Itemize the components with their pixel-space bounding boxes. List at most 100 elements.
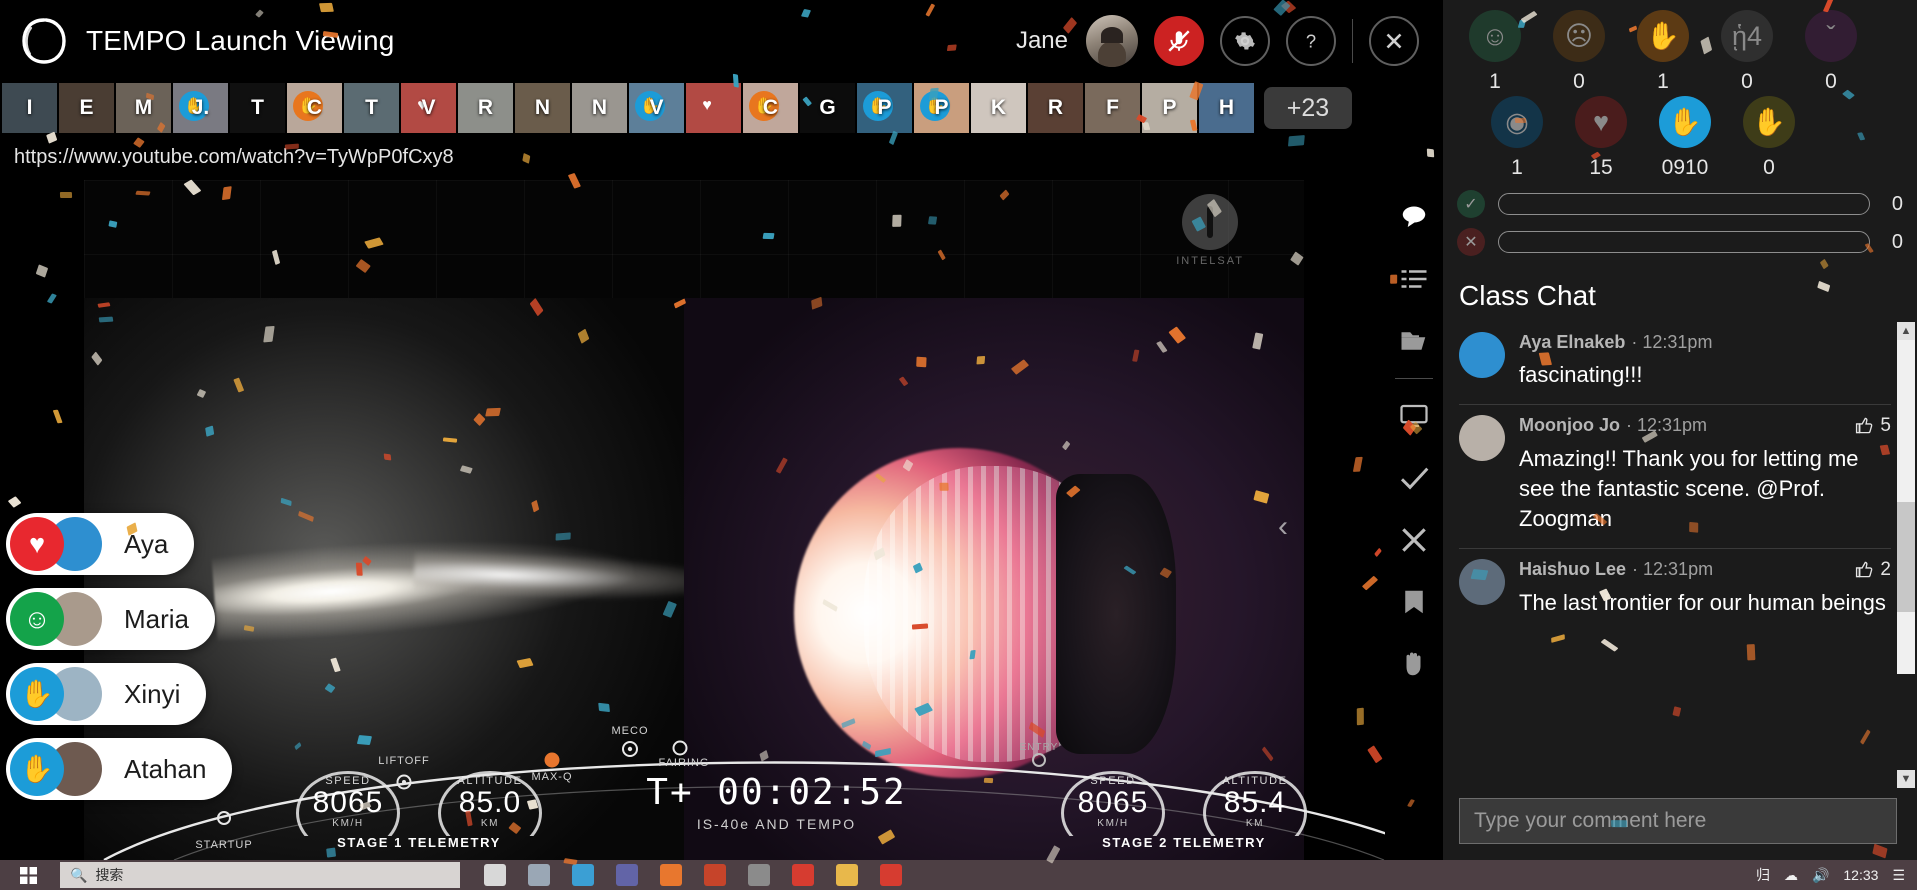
- gear-icon[interactable]: [1220, 16, 1270, 66]
- search-input[interactable]: 🔍 搜索: [60, 862, 460, 888]
- participant-thumbnail[interactable]: T: [230, 83, 285, 133]
- reaction-button[interactable]: ✋ 0: [1733, 96, 1805, 180]
- smile-icon[interactable]: ☺: [1469, 10, 1521, 62]
- network-icon[interactable]: ☁: [1784, 867, 1798, 884]
- ime-indicator[interactable]: 归: [1756, 865, 1770, 885]
- reaction-button[interactable]: ☹ 0: [1543, 10, 1615, 94]
- check-icon[interactable]: ✓: [1457, 190, 1485, 218]
- task-view-icon[interactable]: [484, 864, 506, 886]
- participant-thumbnail[interactable]: H: [1199, 83, 1254, 133]
- windows-taskbar[interactable]: 🔍 搜索 归 ☁ 🔊 12:33 ☰: [0, 860, 1917, 890]
- folder-icon[interactable]: [1385, 310, 1443, 372]
- chat-bubble-icon[interactable]: [1385, 186, 1443, 248]
- participant-thumbnail[interactable]: ♥ V: [401, 83, 456, 133]
- chat-message[interactable]: Aya Elnakeb · 12:31pm fascinating!!!: [1459, 322, 1891, 404]
- settings-icon[interactable]: [748, 864, 770, 886]
- notification-icon[interactable]: ☰: [1892, 867, 1905, 884]
- participant-thumbnail[interactable]: F: [1085, 83, 1140, 133]
- reaction-button[interactable]: ᾑ4 0: [1711, 10, 1783, 94]
- participant-thumbnail[interactable]: M: [116, 83, 171, 133]
- bookmark-icon[interactable]: [1385, 571, 1443, 633]
- message-likes[interactable]: 5: [1855, 415, 1891, 437]
- message-likes[interactable]: 2: [1855, 559, 1891, 581]
- clap-icon[interactable]: ✋: [1659, 96, 1711, 148]
- taskbar-tray[interactable]: 归 ☁ 🔊 12:33 ☰: [1756, 865, 1917, 885]
- participant-thumbnail[interactable]: I: [2, 83, 57, 133]
- volume-icon[interactable]: 🔊: [1812, 867, 1829, 884]
- participant-thumbnail[interactable]: ✋ P: [914, 83, 969, 133]
- participant-thumbnail[interactable]: T: [344, 83, 399, 133]
- thinking-icon[interactable]: ᾑ4: [1721, 10, 1773, 62]
- participant-thumbnail[interactable]: ✋ P: [857, 83, 912, 133]
- comment-input[interactable]: Type your comment here: [1459, 798, 1897, 844]
- reaction-button[interactable]: ˇ0: [1795, 10, 1867, 94]
- taskbar-app-icons[interactable]: [484, 864, 902, 886]
- explorer-icon[interactable]: [836, 864, 858, 886]
- participant-thumbnail[interactable]: P: [1142, 83, 1197, 133]
- check-icon[interactable]: [1385, 447, 1443, 509]
- taskbar-clock[interactable]: 12:33: [1843, 867, 1878, 883]
- triangle-down-icon[interactable]: ▼: [1897, 770, 1915, 788]
- raised-hand-icon[interactable]: [1385, 633, 1443, 695]
- participant-thumbnail[interactable]: ✋ C: [743, 83, 798, 133]
- teams-icon[interactable]: [616, 864, 638, 886]
- windows-start-icon[interactable]: [0, 860, 56, 890]
- reaction-button[interactable]: ✋ 0910: [1649, 96, 1721, 180]
- frown-icon[interactable]: ☹: [1553, 10, 1605, 62]
- participant-thumbnail[interactable]: ✋ J.: [173, 83, 228, 133]
- triangle-up-icon[interactable]: ▲: [1897, 322, 1915, 340]
- participant-thumbnail[interactable]: N: [572, 83, 627, 133]
- powerpoint-icon[interactable]: [704, 864, 726, 886]
- chrome-icon[interactable]: [792, 864, 814, 886]
- avatar[interactable]: [1086, 15, 1138, 67]
- participant-thumbnail[interactable]: K: [971, 83, 1026, 133]
- x-icon[interactable]: ✕: [1457, 228, 1485, 256]
- chat-message-list[interactable]: Aya Elnakeb · 12:31pm fascinating!!! Moonjo…: [1443, 322, 1917, 674]
- more-participants-button[interactable]: +23: [1264, 87, 1352, 129]
- question-mark-icon[interactable]: ?: [1286, 16, 1336, 66]
- screen-icon[interactable]: [1385, 385, 1443, 447]
- participant-thumbnail[interactable]: ✋ C: [287, 83, 342, 133]
- list-icon[interactable]: [1385, 248, 1443, 310]
- participant-initial: R: [477, 96, 494, 119]
- poll-panel[interactable]: ✓ 0 ✕ 0: [1443, 186, 1917, 256]
- chevron-right-icon[interactable]: ‹: [1278, 510, 1288, 544]
- x-icon[interactable]: [1385, 509, 1443, 571]
- participant-thumbnail-strip[interactable]: I E M ✋ J. T ✋ C T ♥ V R N N ✋ V ♥ ✋ C G ✋ P ✋ P K R F P H +23: [0, 82, 1443, 134]
- poll-row[interactable]: ✓ 0: [1457, 190, 1903, 218]
- office-icon[interactable]: [660, 864, 682, 886]
- reaction-button[interactable]: ♥ 15: [1565, 96, 1637, 180]
- reactions-panel[interactable]: ☺ 1 ☹ 0 ✋ 1 ᾑ4 0 ˇ 0 ◉ 1 ♥ 15 ✋ 0910 ✋ 0: [1443, 0, 1917, 186]
- participant-thumbnail[interactable]: G: [800, 83, 855, 133]
- poll-row[interactable]: ✕ 0: [1457, 228, 1903, 256]
- clap-icon[interactable]: ✋: [1637, 10, 1689, 62]
- laughing-icon[interactable]: ˇ: [1805, 10, 1857, 62]
- reaction-count: 0: [1573, 70, 1585, 93]
- participant-initial: I: [26, 96, 33, 119]
- participant-initial: P: [1162, 96, 1177, 119]
- reaction-button[interactable]: ◉ 1: [1481, 96, 1553, 180]
- participant-thumbnail[interactable]: R: [458, 83, 513, 133]
- reaction-button[interactable]: ✋ 1: [1627, 10, 1699, 94]
- reactions-row-1[interactable]: ☺ 1 ☹ 0 ✋ 1 ᾑ4 0 ˇ 0: [1457, 10, 1903, 94]
- reactions-row-2[interactable]: ◉ 1 ♥ 15 ✋ 0910 ✋ 0: [1457, 96, 1903, 180]
- heart-icon[interactable]: ♥: [1575, 96, 1627, 148]
- participant-thumbnail[interactable]: ✋ V: [629, 83, 684, 133]
- participant-thumbnail[interactable]: E: [59, 83, 114, 133]
- close-x-icon[interactable]: [1369, 16, 1419, 66]
- reaction-button[interactable]: ☺ 1: [1459, 10, 1531, 94]
- edge-icon[interactable]: [572, 864, 594, 886]
- chrome2-icon[interactable]: [880, 864, 902, 886]
- participant-thumbnail[interactable]: N: [515, 83, 570, 133]
- mind-blown-icon[interactable]: ◉: [1491, 96, 1543, 148]
- participant-thumbnail[interactable]: ♥: [686, 83, 741, 133]
- microphone-muted-icon[interactable]: [1154, 16, 1204, 66]
- scrollbar-thumb[interactable]: [1897, 502, 1915, 612]
- tool-rail[interactable]: [1385, 180, 1443, 860]
- chat-scrollbar[interactable]: ▲: [1897, 322, 1915, 674]
- raised-hand-icon[interactable]: ✋: [1743, 96, 1795, 148]
- chat-message[interactable]: Haishuo Lee · 12:31pm 2 The last frontier f…: [1459, 547, 1891, 632]
- chat-message[interactable]: Moonjoo Jo · 12:31pm 5 Amazing!! Thank you …: [1459, 403, 1891, 548]
- participant-thumbnail[interactable]: R: [1028, 83, 1083, 133]
- widgets-icon[interactable]: [528, 864, 550, 886]
